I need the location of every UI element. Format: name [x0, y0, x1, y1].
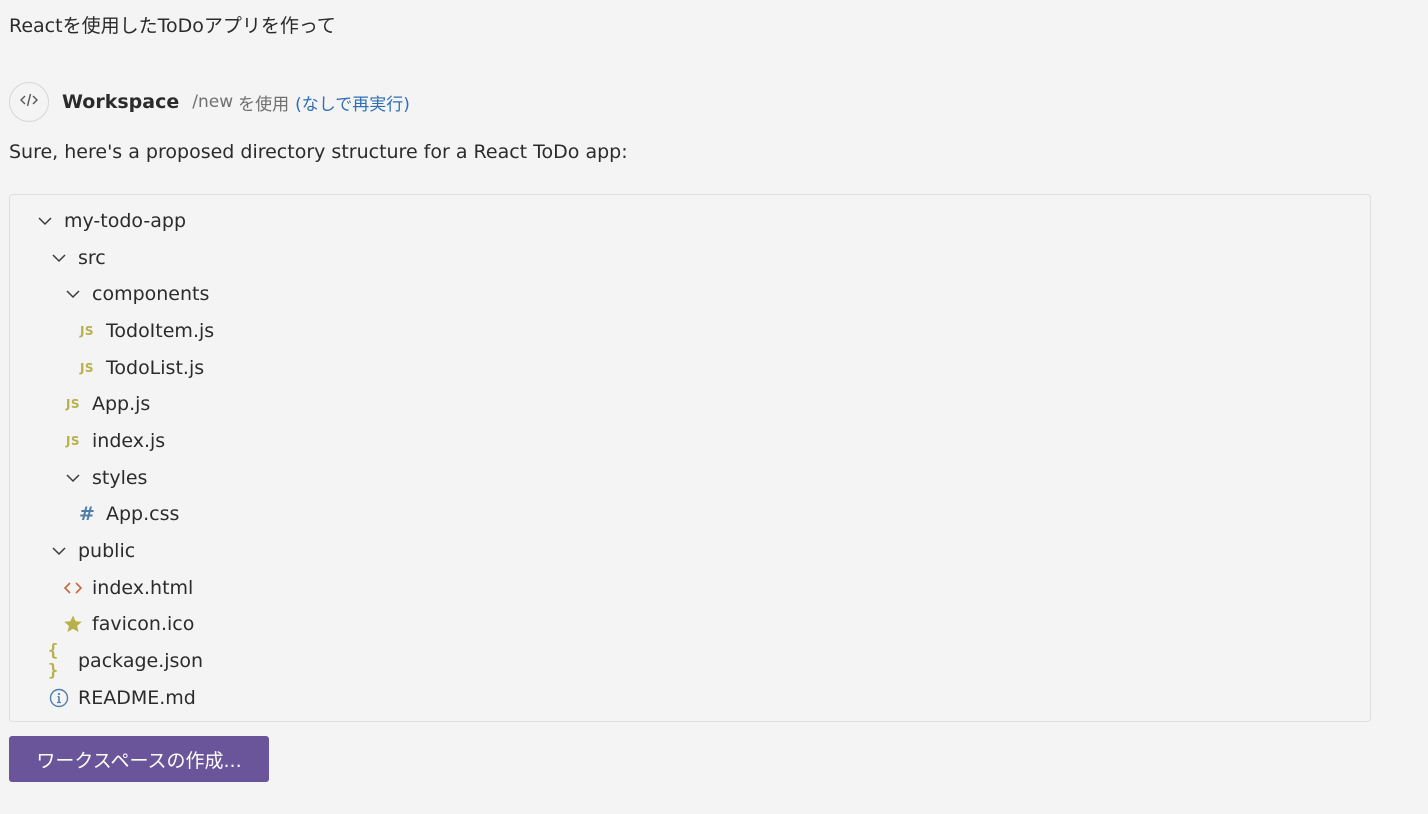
html-file-icon: [62, 577, 84, 599]
agent-name: Workspace: [62, 91, 180, 113]
tree-file-index-html[interactable]: index.html: [62, 570, 193, 606]
chevron-down-icon: [48, 540, 70, 562]
tree-folder-styles[interactable]: styles: [62, 460, 147, 496]
chevron-down-icon: [62, 283, 84, 305]
tree-label: styles: [92, 467, 148, 489]
tree-label: App.css: [106, 503, 180, 525]
tree-label: index.html: [92, 577, 194, 599]
json-file-icon: { }: [48, 641, 60, 681]
tree-file-app-css[interactable]: # App.css: [76, 496, 179, 532]
tree-label: public: [78, 540, 136, 562]
js-file-icon: JS: [65, 434, 81, 448]
js-file-icon: JS: [65, 397, 81, 411]
tree-file-todoitem-js[interactable]: JS TodoItem.js: [76, 313, 214, 349]
response-text: Sure, here's a proposed directory struct…: [9, 141, 628, 163]
agent-command: /new: [192, 92, 234, 112]
tree-folder-my-todo-app[interactable]: my-todo-app: [34, 203, 186, 239]
tree-folder-components[interactable]: components: [62, 276, 209, 312]
tree-label: index.js: [92, 430, 166, 452]
rerun-without-link[interactable]: (なしで再実行): [295, 90, 410, 115]
tree-label: src: [78, 247, 106, 269]
css-file-icon: #: [79, 503, 95, 525]
agent-header: Workspace /new を使用 (なしで再実行): [9, 81, 410, 123]
agent-avatar: [9, 82, 49, 122]
tree-folder-src[interactable]: src: [48, 240, 106, 276]
code-icon: [19, 90, 39, 114]
tree-label: TodoList.js: [106, 357, 205, 379]
tree-file-index-js[interactable]: JS index.js: [62, 423, 165, 459]
tree-label: components: [92, 283, 210, 305]
agent-command-suffix: を使用: [238, 94, 290, 115]
tree-label: package.json: [78, 650, 204, 672]
user-message: Reactを使用したToDoアプリを作って: [9, 15, 336, 37]
tree-label: README.md: [78, 687, 196, 709]
tree-label: favicon.ico: [92, 613, 195, 635]
tree-file-todolist-js[interactable]: JS TodoList.js: [76, 350, 204, 386]
tree-file-favicon-ico[interactable]: favicon.ico: [62, 606, 194, 642]
js-file-icon: JS: [79, 361, 95, 375]
tree-label: App.js: [92, 393, 151, 415]
star-icon: [62, 613, 84, 635]
js-file-icon: JS: [79, 324, 95, 338]
info-icon: [48, 687, 70, 709]
tree-file-package-json[interactable]: { } package.json: [48, 641, 204, 681]
tree-label: my-todo-app: [64, 210, 187, 232]
tree-file-app-js[interactable]: JS App.js: [62, 386, 150, 422]
chevron-down-icon: [62, 467, 84, 489]
tree-label: TodoItem.js: [106, 320, 215, 342]
tree-file-readme-md[interactable]: README.md: [48, 680, 196, 716]
chevron-down-icon: [48, 247, 70, 269]
tree-folder-public[interactable]: public: [48, 533, 135, 569]
chevron-down-icon: [34, 210, 56, 232]
create-workspace-button[interactable]: ワークスペースの作成...: [9, 736, 269, 782]
file-tree: my-todo-app src components JS TodoItem.j…: [9, 194, 1371, 722]
